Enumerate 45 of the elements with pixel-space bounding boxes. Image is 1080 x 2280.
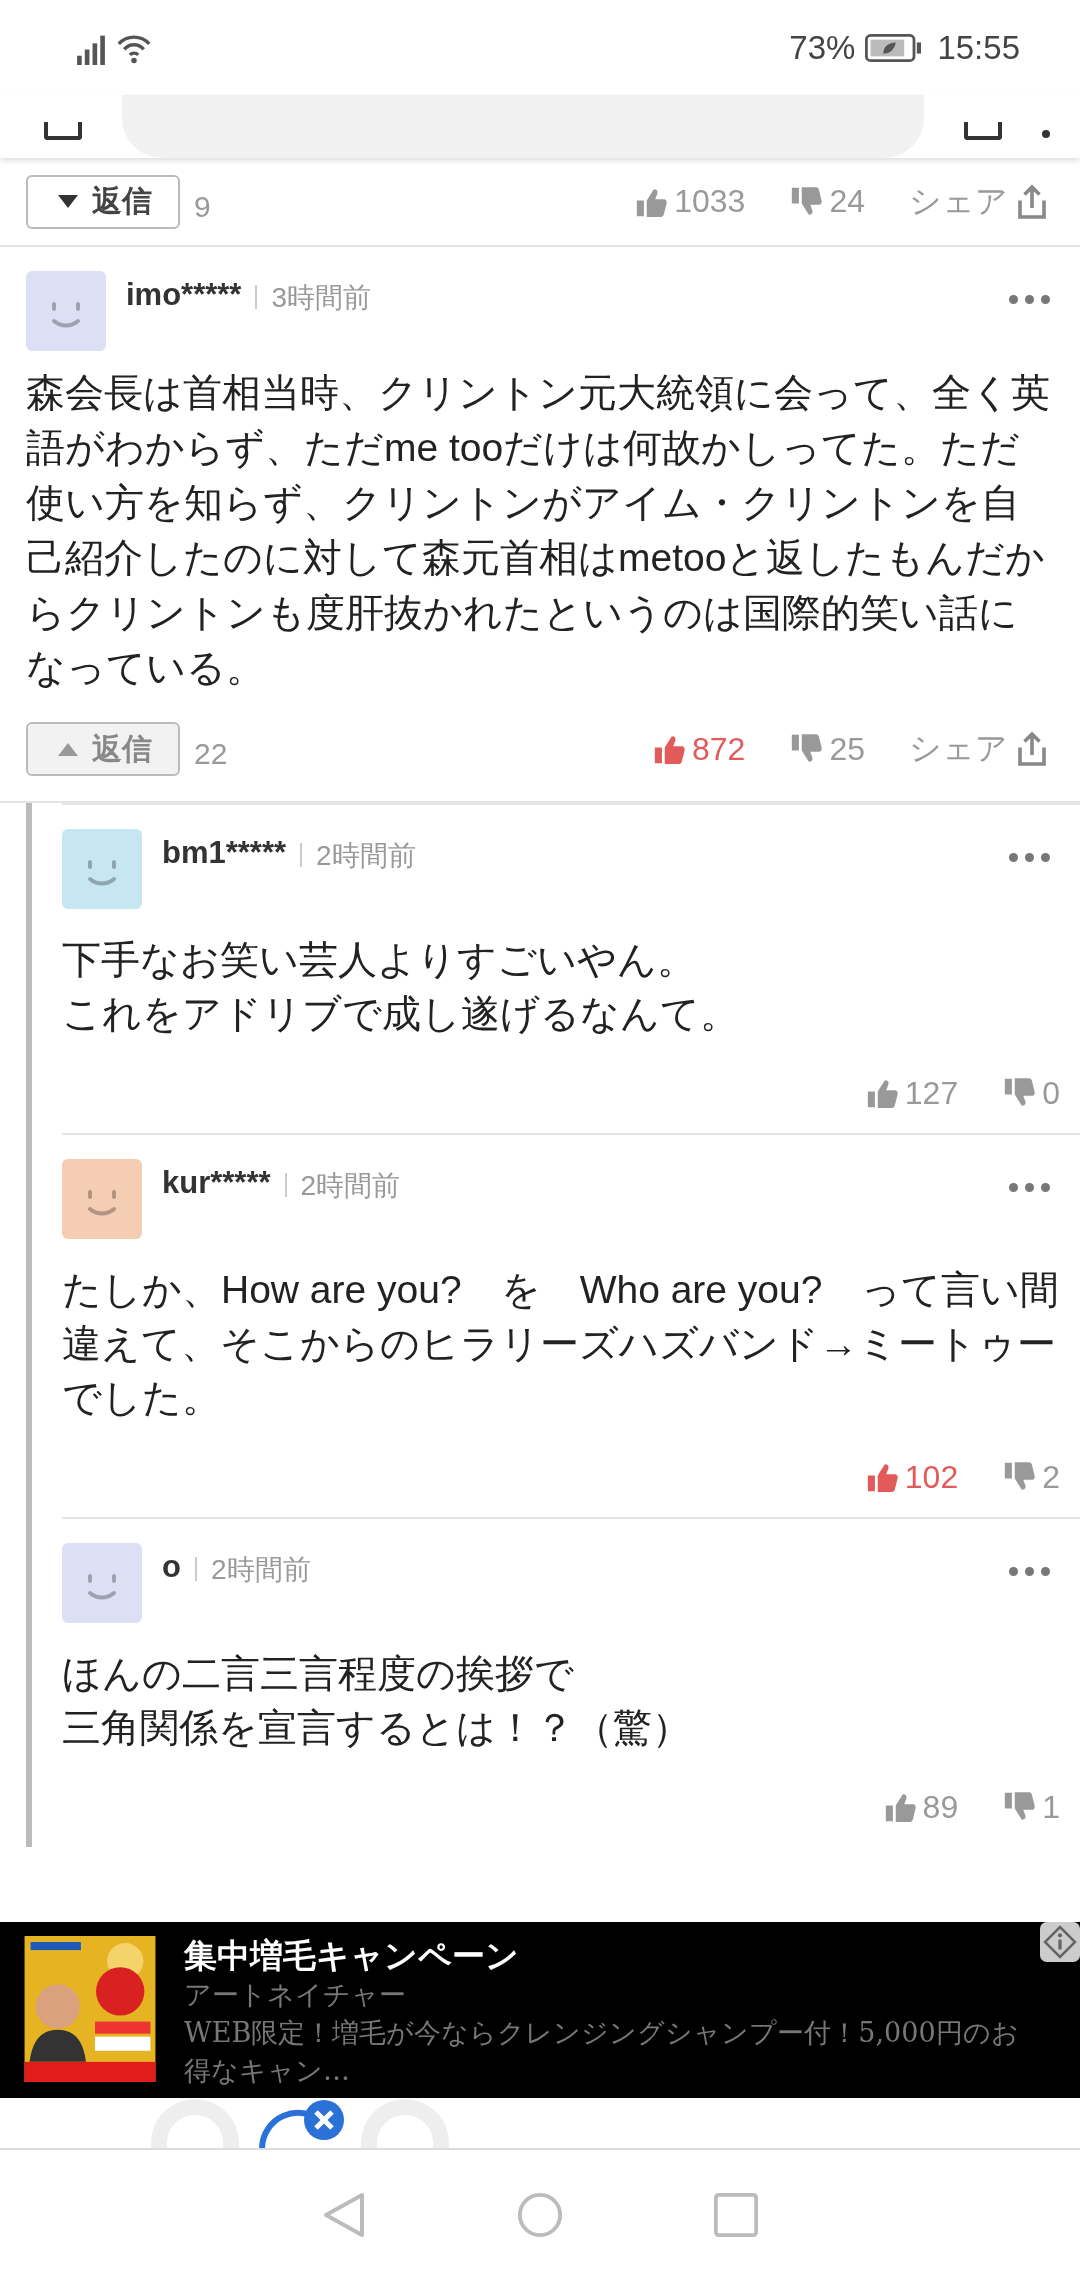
username[interactable]: bm1***** xyxy=(162,835,287,871)
back-icon[interactable] xyxy=(321,2191,367,2239)
battery-percent: 73% xyxy=(789,28,856,67)
info-icon[interactable] xyxy=(1040,1922,1080,1962)
battery-icon xyxy=(865,33,922,62)
like-count: 102 xyxy=(904,1458,959,1496)
like-count: 89 xyxy=(922,1788,959,1826)
tab-icon[interactable] xyxy=(44,122,82,140)
ad-description: WEB限定！増毛が今ならクレンジングシャンプー付！5,000円のお得なキャン… xyxy=(184,2016,1020,2088)
dislike-count: 2 xyxy=(1042,1458,1060,1496)
reply-text: 下手なお笑い芸人よりすごいやん。 xyxy=(62,937,697,983)
comment-time: 3時間前 xyxy=(271,281,371,315)
reply-text: 三角関係を宣言するとは！？（驚） xyxy=(62,1705,692,1751)
ad-title[interactable]: 集中増毛キャンペーン xyxy=(184,1936,1040,1976)
username[interactable]: kur***** xyxy=(162,1165,271,1201)
reply-text: ほんの二言三言程度の挨拶で xyxy=(62,1651,575,1697)
comment-time: 2時間前 xyxy=(316,839,416,873)
reply-text: たしか、How are you? を Who are you? って言い間違えて、そこからのヒラリーズハズバンド→ミートゥーでした。 xyxy=(62,1267,1061,1421)
dislike-count: 25 xyxy=(829,730,865,768)
advertiser-name: アートネイチャー xyxy=(184,1978,407,2012)
menu-icon[interactable] xyxy=(1042,130,1050,138)
clock: 15:55 xyxy=(937,28,1020,67)
like-count: 127 xyxy=(904,1074,959,1112)
ad-banner[interactable]: 集中増毛キャンペーン アートネイチャー WEB限定！増毛が今ならクレンジングシャンプー付！5,000円のお得なキャン… xyxy=(0,1922,1080,2098)
like-count: 1033 xyxy=(674,183,746,220)
more-icon[interactable] xyxy=(1009,853,1050,862)
comment-time: 2時間前 xyxy=(210,1553,311,1587)
username[interactable]: imo***** xyxy=(126,277,242,313)
tabs-icon[interactable] xyxy=(964,122,1002,140)
like-count: 872 xyxy=(692,730,746,768)
reply-button[interactable]: 返信 xyxy=(26,174,180,229)
comment-text: 森会長は首相当時、クリントン元大統領に会って、全く英語がわからず、ただme tooだけは何故かしってた。ただ使い方を知らず、クリントンがアイム・クリントンを自己紹介したのに対して森元首相はmetooと返したもんだからクリントンも度肝抜かれたというのは国際的笑い話になっている。 xyxy=(25,370,1051,691)
username[interactable]: o xyxy=(162,1549,181,1585)
dislike-count: 24 xyxy=(829,183,865,220)
more-icon[interactable] xyxy=(1009,295,1050,304)
reply-text: これをアドリブで成し遂げるなんて。 xyxy=(62,991,740,1037)
more-icon[interactable] xyxy=(1009,1567,1050,1576)
reply-count: 9 xyxy=(194,189,211,224)
reply-count: 22 xyxy=(194,737,228,771)
dislike-count: 0 xyxy=(1042,1074,1060,1112)
comment-time: 2時間前 xyxy=(300,1169,401,1203)
recents-icon[interactable] xyxy=(713,2191,759,2239)
dislike-count: 1 xyxy=(1042,1788,1060,1826)
more-icon[interactable] xyxy=(1009,1183,1050,1192)
home-icon[interactable] xyxy=(517,2191,563,2239)
